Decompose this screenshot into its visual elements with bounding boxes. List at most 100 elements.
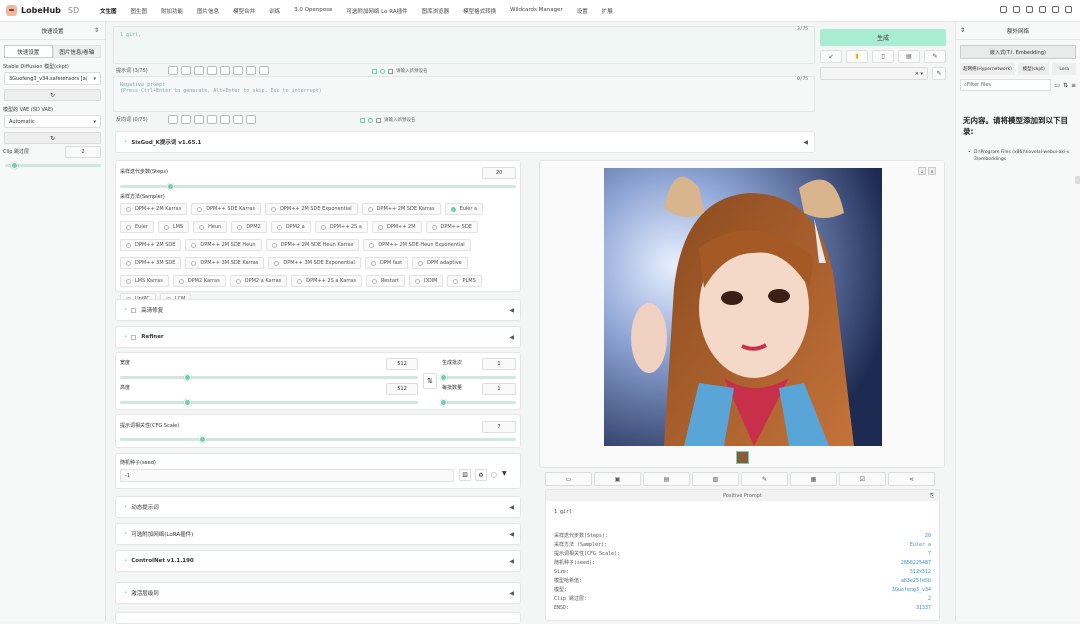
zip-button[interactable]: ▤	[643, 472, 690, 486]
style-box-icon[interactable]	[388, 68, 393, 74]
nav-tab-merge[interactable]: 模型合并	[233, 7, 255, 15]
nav-tab-txt2img[interactable]: 文生图	[100, 7, 117, 15]
style-checkbox-icon[interactable]	[372, 68, 377, 74]
param-value[interactable]: 3Guofeng3_v34	[892, 587, 931, 593]
clip-skip-knob[interactable]	[10, 162, 18, 169]
thumbnail[interactable]	[736, 451, 749, 464]
sampler-option[interactable]: DPM adaptive	[412, 257, 468, 269]
sampler-option[interactable]: DPM++ 3M SDE	[120, 257, 182, 269]
steps-input[interactable]: 20	[482, 167, 516, 179]
batch-size-knob[interactable]	[440, 399, 447, 406]
prompt-style-input[interactable]: 请输入新预设名	[396, 68, 428, 74]
sampler-option[interactable]: DPM2 Karras	[172, 275, 226, 287]
nav-tab-convert[interactable]: 模型格式转换	[463, 7, 496, 15]
list-icon[interactable]: ≡	[1071, 82, 1076, 89]
github-icon[interactable]	[1000, 6, 1007, 13]
height-input[interactable]: 512	[386, 383, 418, 395]
layer-accordion[interactable]: • 激活层级到 ◀	[115, 582, 521, 604]
tab-hypernetwork[interactable]: 超网络(Hypernetwork)	[960, 63, 1015, 75]
param-value[interactable]: 2858225487	[901, 560, 931, 566]
history-icon[interactable]	[206, 115, 217, 124]
batch-size-input[interactable]: 1	[482, 383, 516, 395]
copy-icon[interactable]: ⎘	[930, 493, 934, 499]
tab-checkpoint[interactable]: 模型(ckpt)	[1018, 63, 1050, 75]
clip-skip-slider[interactable]	[5, 162, 101, 169]
sampler-option[interactable]: PLMS	[447, 275, 482, 287]
batch-count-knob[interactable]	[440, 374, 447, 381]
batch-count-input[interactable]: 1	[482, 358, 516, 370]
sampler-option[interactable]: DPM++ 2M SDE Heun Karras	[265, 239, 360, 251]
tab-embedding[interactable]: 嵌入式(T.I. Embedding)	[960, 45, 1076, 59]
sampler-option[interactable]: DPM++ 2M SDE	[120, 239, 182, 251]
sampler-option[interactable]: LMS Karras	[120, 275, 169, 287]
nav-tab-extensions[interactable]: 扩展	[602, 7, 613, 15]
settings-icon[interactable]	[1052, 6, 1059, 13]
sampler-option[interactable]: DPM++ 2M SDE Karras	[361, 203, 441, 215]
controlnet-accordion[interactable]: • ControlNet v1.1.190 ◀	[115, 550, 521, 572]
sixgod-accordion[interactable]: • SixGod_K提示词 v1.65.1 ◀	[115, 131, 815, 153]
dynamic-prompts-accordion[interactable]: • 动态提示词 ◀	[115, 496, 521, 518]
format-icon[interactable]	[193, 66, 204, 75]
vae-select[interactable]: Automatic ▾	[4, 115, 101, 128]
sampler-option[interactable]: DPM++ 3M SDE Exponential	[268, 257, 361, 269]
param-value[interactable]: 512x512	[910, 569, 931, 575]
clip-skip-input[interactable]: 2	[65, 146, 101, 158]
nav-tab-png-info[interactable]: 图片信息	[197, 7, 219, 15]
edit-styles-button[interactable]: ✎	[924, 50, 946, 63]
tab-quick-settings[interactable]: 快速设置	[4, 45, 53, 58]
pin-icon[interactable]: ⇕	[960, 27, 965, 34]
seed-input[interactable]: -1	[120, 469, 454, 482]
open-folder-button[interactable]: ▭	[545, 472, 592, 486]
trash-icon[interactable]	[245, 66, 256, 75]
sampler-option[interactable]: DPM2	[231, 221, 267, 233]
negative-style-input[interactable]: 请输入新预设名	[384, 117, 416, 123]
nav-tab-gallery[interactable]: 图库浏览器	[422, 7, 450, 15]
sampler-option[interactable]: Heun	[193, 221, 228, 233]
download-icon[interactable]: ↓	[918, 167, 926, 175]
sampler-option[interactable]: DPM++ 2S a	[314, 221, 368, 233]
sampler-option[interactable]: DPM++ 2M Karras	[120, 203, 188, 215]
sampler-option[interactable]: DPM++ 2S a Karras	[291, 275, 362, 287]
settings-icon[interactable]	[258, 66, 269, 75]
nav-tab-extras[interactable]: 附加功能	[161, 7, 183, 15]
send-extras-button[interactable]: ▦	[790, 472, 837, 486]
param-value[interactable]: Euler a	[910, 542, 931, 548]
sampler-option[interactable]: LMS	[157, 221, 190, 233]
pin-icon[interactable]: ⇕	[94, 27, 99, 34]
format-icon[interactable]	[193, 115, 204, 124]
style-clock-icon[interactable]	[368, 117, 373, 123]
batch-count-slider[interactable]	[440, 374, 516, 381]
lora-accordion[interactable]: • 可选附加网络(LoRA插件) ◀	[115, 523, 521, 545]
styles-button[interactable]: ▤	[898, 50, 920, 63]
trash-icon[interactable]	[245, 115, 256, 124]
clear-icon[interactable]	[180, 66, 191, 75]
random-seed-button[interactable]: ⚄	[459, 469, 471, 481]
width-knob[interactable]	[184, 374, 192, 381]
param-value[interactable]: 7	[928, 551, 931, 557]
discord-icon[interactable]	[1013, 6, 1020, 13]
batch-size-slider[interactable]	[440, 399, 516, 406]
sampler-option[interactable]: Restart	[365, 275, 405, 287]
param-value[interactable]: 20	[925, 533, 931, 539]
hires-fix-accordion[interactable]: • 高清修复 ◀	[115, 299, 521, 321]
apply-style-button[interactable]: ✎	[932, 67, 946, 80]
sampler-option[interactable]: Euler a	[444, 203, 484, 215]
prompt-input[interactable]: 1 girl, 3/75	[113, 26, 815, 64]
more-accordion[interactable]	[115, 612, 521, 624]
save-button[interactable]: ▣	[594, 472, 641, 486]
sampler-option[interactable]: DPM fast	[364, 257, 409, 269]
copy-icon[interactable]	[232, 66, 243, 75]
model-select[interactable]: 3Guofeng3_v34.safetensors [a( ▾	[4, 72, 101, 85]
sampler-option[interactable]: DPM++ 2M	[371, 221, 422, 233]
theme-icon[interactable]	[1026, 6, 1033, 13]
edit-button[interactable]: ☑	[839, 472, 886, 486]
generate-button[interactable]: 生成	[820, 29, 946, 46]
refiner-accordion[interactable]: • Refiner ◀	[115, 326, 521, 348]
sampler-option[interactable]: DDIM	[408, 275, 444, 287]
nav-tab-wildcards[interactable]: Wildcards Manager	[510, 7, 563, 15]
sampler-option[interactable]: DPM2 a	[270, 221, 311, 233]
copy-icon[interactable]	[232, 115, 243, 124]
cfg-slider[interactable]	[120, 436, 516, 443]
nav-tab-train[interactable]: 训练	[269, 7, 280, 15]
refiner-checkbox[interactable]	[131, 334, 137, 340]
